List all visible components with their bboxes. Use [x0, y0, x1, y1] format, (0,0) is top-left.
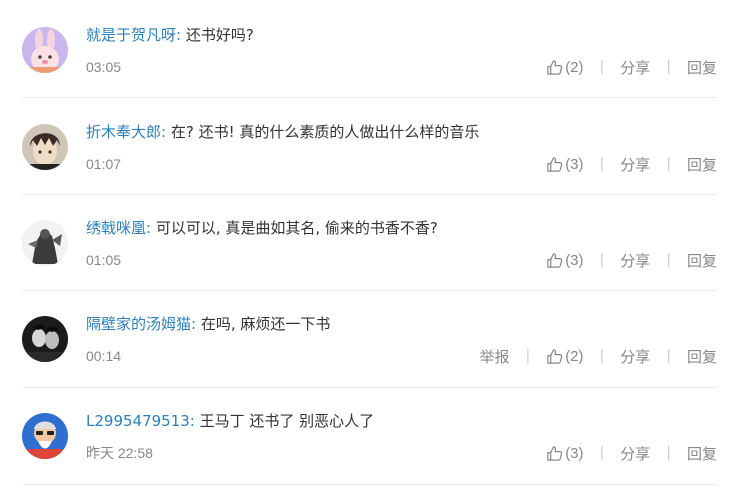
thumbs-up-icon	[546, 59, 563, 76]
comment-actions: (3) | 分享 | 回复	[546, 443, 717, 463]
comment-actions: (2) | 分享 | 回复	[546, 57, 717, 77]
comment-line: L2995479513: 王马丁 还书了 别恶心人了	[86, 411, 374, 431]
thumbs-up-icon	[546, 445, 563, 462]
share-button[interactable]: 分享	[620, 443, 650, 464]
separator: |	[666, 348, 671, 364]
comment-item: 绣戟咪凰: 可以可以, 真是曲如其名, 偷来的书香不香? 01:05 (3) |…	[0, 194, 750, 290]
like-count: (3)	[565, 155, 584, 173]
comment-text: 还书好吗?	[181, 26, 254, 44]
dark-portrait-avatar[interactable]	[22, 316, 68, 362]
like-count: (3)	[565, 251, 584, 269]
separator: |	[599, 252, 605, 268]
separator: |	[599, 445, 605, 461]
anime-boy-avatar[interactable]	[22, 124, 68, 170]
share-button[interactable]: 分享	[620, 154, 650, 175]
like-button[interactable]: (3)	[546, 251, 584, 269]
reply-button[interactable]: 回复	[687, 57, 717, 78]
comment-item: 就是于贺凡呀: 还书好吗? 03:05 (2) | 分享 | 回复	[0, 0, 750, 96]
comment-actions: 举报 | (2) | 分享 | 回复	[479, 346, 717, 366]
separator: |	[525, 348, 531, 364]
comment-time: 昨天 22:58	[86, 445, 153, 461]
like-count: (3)	[565, 444, 584, 462]
share-button[interactable]: 分享	[620, 57, 650, 78]
comment-username[interactable]: 隔壁家的汤姆猫	[86, 315, 191, 333]
comment-time: 03:05	[86, 59, 122, 75]
comment-text: 在? 还书! 真的什么素质的人做出什么样的音乐	[166, 123, 480, 141]
like-button[interactable]: (2)	[546, 347, 584, 365]
comment-username[interactable]: 绣戟咪凰	[86, 219, 146, 237]
report-button[interactable]: 举报	[479, 346, 509, 367]
like-button[interactable]: (3)	[546, 444, 584, 462]
thumbs-up-icon	[546, 156, 563, 173]
separator: |	[599, 59, 605, 75]
separator: |	[666, 59, 671, 75]
like-button[interactable]: (3)	[546, 155, 584, 173]
separator: |	[666, 252, 671, 268]
separator: |	[666, 445, 671, 461]
colorful-character-avatar[interactable]	[22, 413, 68, 459]
comment-time: 01:05	[86, 252, 122, 268]
like-count: (2)	[565, 347, 584, 365]
comment-actions: (3) | 分享 | 回复	[546, 154, 717, 174]
reply-button[interactable]: 回复	[687, 346, 717, 367]
like-count: (2)	[565, 58, 584, 76]
comment-divider	[22, 484, 717, 485]
comment-item: 隔壁家的汤姆猫: 在吗, 麻烦还一下书 00:14 举报 | (2) | 分享 …	[0, 290, 750, 386]
like-button[interactable]: (2)	[546, 58, 584, 76]
thumbs-up-icon	[546, 252, 563, 269]
comment-line: 隔壁家的汤姆猫: 在吗, 麻烦还一下书	[86, 314, 330, 334]
comment-item: L2995479513: 王马丁 还书了 别恶心人了 昨天 22:58 (3) …	[0, 387, 750, 483]
dark-figure-avatar[interactable]	[22, 220, 68, 266]
comment-line: 绣戟咪凰: 可以可以, 真是曲如其名, 偷来的书香不香?	[86, 218, 438, 238]
comment-time: 00:14	[86, 348, 122, 364]
separator: |	[599, 156, 605, 172]
pink-rabbit-avatar[interactable]	[22, 27, 68, 73]
comment-username[interactable]: 折木奉大郎	[86, 123, 161, 141]
comment-line: 就是于贺凡呀: 还书好吗?	[86, 25, 254, 45]
comment-text: 在吗, 麻烦还一下书	[196, 315, 331, 333]
comment-username[interactable]: 就是于贺凡呀	[86, 26, 176, 44]
comment-time: 01:07	[86, 156, 122, 172]
comment-list: 就是于贺凡呀: 还书好吗? 03:05 (2) | 分享 | 回复 折木奉大郎:…	[0, 0, 750, 501]
reply-button[interactable]: 回复	[687, 443, 717, 464]
separator: |	[599, 348, 605, 364]
thumbs-up-icon	[546, 348, 563, 365]
separator: |	[666, 156, 671, 172]
share-button[interactable]: 分享	[620, 346, 650, 367]
comment-line: 折木奉大郎: 在? 还书! 真的什么素质的人做出什么样的音乐	[86, 122, 479, 142]
comment-text: 可以可以, 真是曲如其名, 偷来的书香不香?	[151, 219, 438, 237]
share-button[interactable]: 分享	[620, 250, 650, 271]
comment-item: 折木奉大郎: 在? 还书! 真的什么素质的人做出什么样的音乐 01:07 (3)…	[0, 97, 750, 193]
reply-button[interactable]: 回复	[687, 154, 717, 175]
comment-actions: (3) | 分享 | 回复	[546, 250, 717, 270]
comment-text: 王马丁 还书了 别恶心人了	[194, 412, 375, 430]
comment-username[interactable]: L2995479513	[86, 412, 190, 430]
reply-button[interactable]: 回复	[687, 250, 717, 271]
